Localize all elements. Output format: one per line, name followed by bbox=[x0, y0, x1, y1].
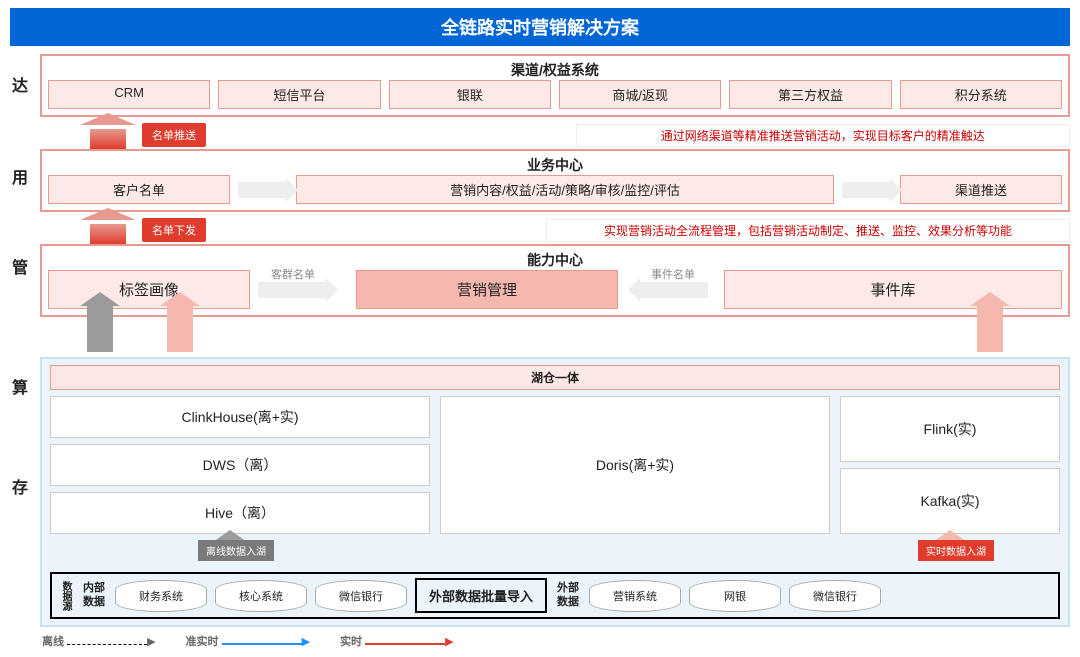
arrow-icon: 客群名单 bbox=[258, 282, 328, 298]
lake-ch: ClinkHouse(离+实) bbox=[50, 396, 430, 438]
side-suan: 算 bbox=[12, 374, 28, 398]
lake-kafka: Kafka(实) bbox=[840, 468, 1060, 534]
leg-offline: 离线 ▶ bbox=[42, 633, 156, 649]
cyl-fin: 财务系统 bbox=[115, 580, 207, 612]
leg-rt: 实时 ▶ bbox=[340, 633, 454, 649]
cyl-wx1: 微信银行 bbox=[315, 580, 407, 612]
arrow-icon bbox=[842, 182, 892, 198]
lake-flink: Flink(实) bbox=[840, 396, 1060, 462]
arrow-up-1 bbox=[80, 121, 136, 149]
cap-title: 能力中心 bbox=[48, 250, 1062, 270]
lake-doris: Doris(离+实) bbox=[440, 396, 830, 534]
big-arrow-pink2 bbox=[970, 292, 1010, 352]
ch-mall: 商城/返现 bbox=[559, 80, 721, 109]
biz-mid: 营销内容/权益/活动/策略/审核/监控/评估 bbox=[296, 175, 834, 204]
tag-issue: 名单下发 bbox=[142, 218, 206, 242]
ch-3rd: 第三方权益 bbox=[729, 80, 891, 109]
ch-sms: 短信平台 bbox=[218, 80, 380, 109]
side-da: 达 bbox=[12, 72, 28, 96]
biz-panel: 业务中心 客户名单 营销内容/权益/活动/策略/审核/监控/评估 渠道推送 bbox=[40, 149, 1070, 212]
channel-panel: 渠道/权益系统 CRM 短信平台 银联 商城/返现 第三方权益 积分系统 bbox=[40, 54, 1070, 117]
ch-crm: CRM bbox=[48, 80, 210, 109]
channel-title: 渠道/权益系统 bbox=[48, 60, 1062, 80]
arrow-up-2 bbox=[80, 216, 136, 244]
biz-left: 客户名单 bbox=[48, 175, 230, 204]
cyl-wx2: 微信银行 bbox=[789, 580, 881, 612]
tag-offline: 离线数据入湖 bbox=[198, 540, 274, 561]
side-cun: 存 bbox=[12, 474, 28, 498]
diagram-body: 达 用 管 算 存 渠道/权益系统 CRM 短信平台 银联 商城/返现 第三方权… bbox=[40, 54, 1070, 627]
legend: 离线 ▶ 准实时 ▶ 实时 ▶ bbox=[42, 633, 1070, 649]
biz-right: 渠道推送 bbox=[900, 175, 1062, 204]
arrow-icon bbox=[238, 182, 288, 198]
biz-note: 实现营销活动全流程管理，包括营销活动制定、推送、监控、效果分析等功能 bbox=[546, 219, 1070, 242]
ch-union: 银联 bbox=[389, 80, 551, 109]
channel-note: 通过网络渠道等精准推送营销活动，实现目标客户的精准触达 bbox=[576, 124, 1070, 147]
tag-realtime: 实时数据入湖 bbox=[918, 540, 994, 561]
cyl-ebank: 网银 bbox=[689, 580, 781, 612]
biz-title: 业务中心 bbox=[48, 155, 1062, 175]
leg-near: 准实时 ▶ bbox=[186, 633, 311, 649]
big-arrow-pink1 bbox=[160, 292, 200, 352]
tag-push: 名单推送 bbox=[142, 123, 206, 147]
lake-hive: Hive（离） bbox=[50, 492, 430, 534]
cap-left: 标签画像 bbox=[48, 270, 250, 309]
grp-internal: 内部 数据 bbox=[81, 582, 107, 608]
ext-import: 外部数据批量导入 bbox=[415, 578, 547, 613]
side-guan: 管 bbox=[12, 254, 28, 278]
big-arrow-gray bbox=[80, 292, 120, 352]
data-source-row: 数据源 内部 数据 财务系统 核心系统 微信银行 外部数据批量导入 外部 数据 … bbox=[50, 572, 1060, 619]
arrow-icon: 事件名单 bbox=[638, 282, 708, 298]
lake-panel: 湖仓一体 ClinkHouse(离+实) DWS（离） Hive（离） Dori… bbox=[40, 357, 1070, 627]
ds-side: 数据源 bbox=[58, 581, 73, 611]
lake-dws: DWS（离） bbox=[50, 444, 430, 486]
cap-mid: 营销管理 bbox=[356, 270, 618, 309]
lake-title: 湖仓一体 bbox=[50, 365, 1060, 390]
cyl-core: 核心系统 bbox=[215, 580, 307, 612]
side-yong: 用 bbox=[12, 164, 28, 188]
cap-right: 事件库 bbox=[724, 270, 1062, 309]
cyl-mkt: 营销系统 bbox=[589, 580, 681, 612]
grp-external: 外部 数据 bbox=[555, 582, 581, 608]
title-bar: 全链路实时营销解决方案 bbox=[10, 8, 1070, 46]
ch-points: 积分系统 bbox=[900, 80, 1062, 109]
